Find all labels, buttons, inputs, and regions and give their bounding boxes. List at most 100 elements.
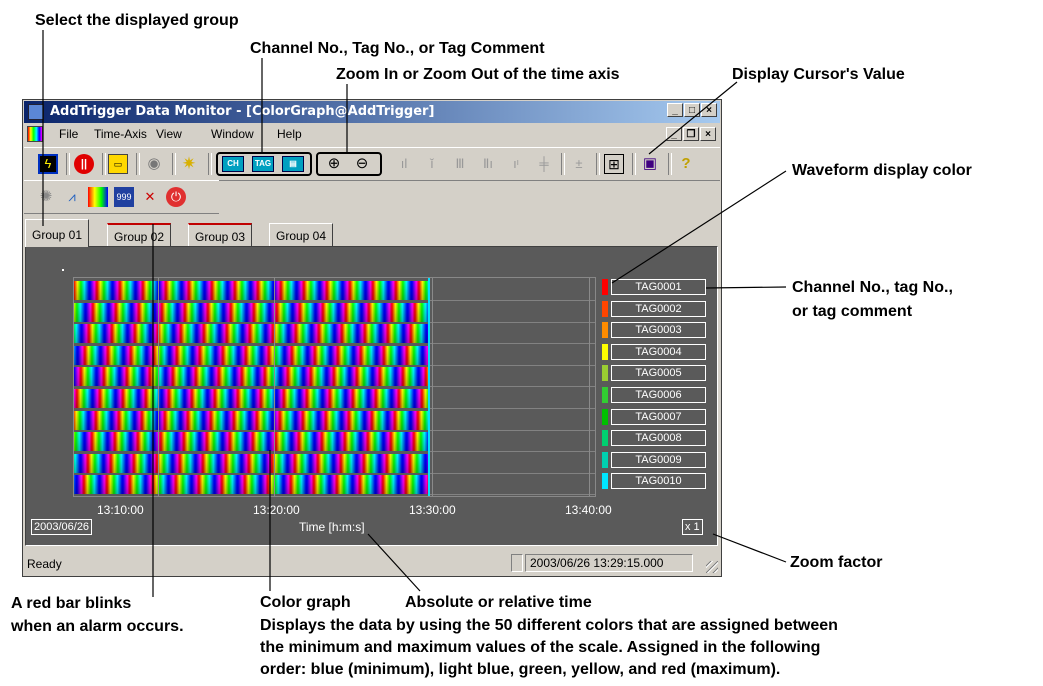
status-time: 2003/06/26 13:29:15.000 — [525, 554, 693, 572]
tag-label[interactable]: TAG0008 — [611, 430, 706, 447]
color-band-4 — [74, 345, 428, 365]
menu-time-axis[interactable]: Time-Axis — [94, 127, 147, 141]
tag-no-button[interactable]: TAG — [252, 156, 274, 172]
title-bar[interactable]: AddTrigger Data Monitor - [ColorGraph@Ad… — [24, 101, 720, 123]
window-title: AddTrigger Data Monitor - [ColorGraph@Ad… — [50, 104, 435, 119]
annotation-channel-tag-right-1: Channel No., tag No., — [792, 279, 953, 296]
color-band-8 — [74, 432, 428, 452]
zoom-in-icon[interactable]: ⊕ — [324, 154, 344, 174]
color-graph[interactable] — [73, 277, 596, 497]
color-band-10 — [74, 475, 428, 495]
waveform-color-swatch — [602, 322, 608, 339]
scale-icon[interactable]: ± — [569, 154, 589, 174]
trigger-icon[interactable]: ϟ — [38, 154, 58, 174]
waveform-color-swatch — [602, 343, 608, 360]
tag-label[interactable]: TAG0006 — [611, 387, 706, 403]
display-mode-4-icon[interactable]: Ⅱı — [478, 154, 498, 174]
zoom-factor-label: x 1 — [682, 519, 703, 535]
bar-graph-icon[interactable]: ✕ — [140, 187, 160, 207]
display-mode-6-icon[interactable]: ╪ — [534, 154, 554, 174]
waveform-color-swatch — [602, 408, 608, 425]
channel-no-button[interactable]: CH — [222, 156, 244, 172]
digital-display-icon[interactable]: 999 — [114, 187, 134, 207]
menu-help[interactable]: Help — [277, 127, 302, 141]
tab-group-03[interactable]: Group 03 — [188, 223, 253, 247]
status-panel-blank — [511, 554, 523, 572]
zoom-out-icon[interactable]: ⊖ — [352, 154, 372, 174]
tab-group-01[interactable]: Group 01 — [25, 219, 90, 247]
doc-minimize-button[interactable]: _ — [666, 127, 682, 141]
annotation-red-bar-1: A red bar blinks — [11, 595, 132, 612]
waveform-color-swatch — [602, 365, 608, 382]
toolbar-main: ϟ || ▭ ◉ ✷ CH TAG ▤ ⊕ ⊖ ıl ǐ Ⅲ Ⅱı ıᶦ ╪ ±… — [24, 147, 720, 181]
status-text: Ready — [27, 557, 62, 571]
waveform-color-swatch — [602, 279, 608, 295]
waveform-color-swatch — [602, 387, 608, 403]
annotation-zoom-factor: Zoom factor — [790, 554, 883, 571]
display-mode-3-icon[interactable]: Ⅲ — [450, 154, 470, 174]
menu-file[interactable]: File — [59, 127, 78, 141]
doc-close-button[interactable]: × — [700, 127, 716, 141]
waveform-color-swatch — [602, 451, 608, 468]
color-band-2 — [74, 302, 428, 322]
resize-grip[interactable] — [706, 561, 718, 573]
waveform-color-swatch — [602, 473, 608, 490]
color-band-6 — [74, 389, 428, 408]
annotation-red-bar-2: when an alarm occurs. — [11, 618, 184, 635]
color-graph-panel: TAG0001 TAG0002 TAG0003 TAG0004 TAG0005 TAG00… — [25, 246, 718, 546]
color-band-9 — [74, 453, 428, 473]
trend-graph-icon[interactable]: ⩘ — [62, 187, 82, 207]
tag-label[interactable]: TAG0010 — [611, 473, 706, 490]
menu-view[interactable]: View — [156, 127, 182, 141]
color-band-5 — [74, 367, 428, 387]
annotation-abs-rel-time: Absolute or relative time — [405, 594, 592, 611]
stop-icon[interactable]: || — [74, 154, 94, 174]
time-axis-label[interactable]: Time [h:m:s] — [299, 520, 365, 534]
maximize-button[interactable]: □ — [684, 103, 700, 117]
waveform-color-swatch — [602, 430, 608, 447]
waveform-color-swatch — [602, 300, 608, 317]
annotation-select-group: Select the displayed group — [35, 12, 239, 29]
cursor-value-icon[interactable]: ⊞ — [604, 154, 624, 174]
minimize-button[interactable]: _ — [667, 103, 683, 117]
tag-comment-button[interactable]: ▤ — [282, 156, 304, 172]
help-icon[interactable]: ? — [676, 154, 696, 174]
tab-group-04[interactable]: Group 04 — [269, 223, 334, 247]
gear-icon[interactable]: ✺ — [36, 187, 56, 207]
time-tick-2: 13:20:00 — [253, 503, 300, 517]
sparkle-icon[interactable]: ✷ — [179, 154, 199, 174]
annotation-color-graph: Color graph — [260, 594, 351, 611]
annotation-waveform-color: Waveform display color — [792, 162, 972, 179]
app-window: AddTrigger Data Monitor - [ColorGraph@Ad… — [22, 99, 722, 577]
date-label: 2003/06/26 — [31, 519, 93, 535]
tag-label[interactable]: TAG0004 — [611, 343, 706, 360]
color-graph-icon[interactable] — [88, 187, 108, 207]
settings-icon[interactable]: ◉ — [144, 154, 164, 174]
print-icon[interactable]: ▣ — [640, 154, 660, 174]
time-tick-4: 13:40:00 — [565, 503, 612, 517]
toolbar-secondary: ✺ ⩘ 999 ✕ ⏻ — [24, 180, 219, 214]
display-mode-1-icon[interactable]: ıl — [394, 154, 414, 174]
display-mode-2-icon[interactable]: ǐ — [422, 154, 442, 174]
tab-group-02[interactable]: Group 02 — [107, 223, 172, 247]
tag-label[interactable]: TAG0005 — [611, 365, 706, 382]
color-band-7 — [74, 410, 428, 430]
color-band-1 — [74, 281, 428, 300]
app-icon — [28, 104, 44, 120]
close-button[interactable]: × — [701, 103, 717, 117]
annotation-cursor-value: Display Cursor's Value — [732, 66, 905, 83]
annotation-description-1: Displays the data by using the 50 differ… — [260, 617, 838, 634]
display-mode-5-icon[interactable]: ıᶦ — [506, 154, 526, 174]
menu-bar: File Time-Axis View Window Help _ ❐ × — [24, 124, 720, 145]
doc-restore-button[interactable]: ❐ — [683, 127, 699, 141]
tag-label[interactable]: TAG0003 — [611, 322, 706, 339]
document-icon[interactable] — [27, 126, 43, 142]
status-bar: Ready 2003/06/26 13:29:15.000 — [24, 551, 720, 575]
tag-label[interactable]: TAG0002 — [611, 300, 706, 317]
tag-label[interactable]: TAG0009 — [611, 451, 706, 468]
tag-label[interactable]: TAG0007 — [611, 408, 706, 425]
menu-window[interactable]: Window — [211, 127, 254, 141]
record-icon[interactable]: ▭ — [108, 154, 128, 174]
tag-label[interactable]: TAG0001 — [611, 279, 706, 295]
alarm-icon[interactable]: ⏻ — [166, 187, 186, 207]
